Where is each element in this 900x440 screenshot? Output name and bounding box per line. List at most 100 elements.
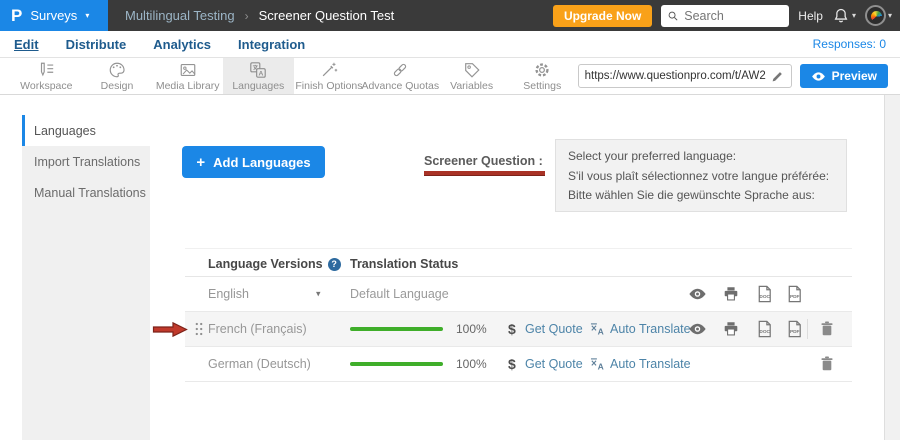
get-quote-link[interactable]: Get Quote: [525, 357, 583, 371]
tab-analytics[interactable]: Analytics: [153, 37, 211, 52]
table-row-french: French (Français) 100% $ Get Quote Auto …: [185, 312, 852, 347]
screener-question-preview: Select your preferred language: S'il vou…: [555, 139, 847, 212]
product-label: Surveys: [30, 8, 77, 23]
doc-export-icon[interactable]: [755, 320, 774, 339]
screener-line-german: Bitte wählen Sie die gewünschte Sprache …: [568, 188, 834, 202]
dollar-icon[interactable]: $: [508, 356, 516, 372]
search-icon: [667, 9, 679, 23]
help-link[interactable]: Help: [798, 9, 823, 23]
magic-wand-icon: [320, 61, 338, 79]
auto-translate-icon[interactable]: [589, 356, 606, 373]
language-name: French (Français): [208, 322, 307, 336]
drag-handle[interactable]: [193, 321, 205, 337]
print-icon[interactable]: [722, 285, 740, 303]
toolbar-label: Languages: [232, 80, 284, 92]
languages-sidebar: Languages Import Translations Manual Tra…: [22, 115, 150, 440]
image-icon: [179, 61, 197, 79]
sidebar-item-label: Languages: [34, 124, 96, 138]
table-row-english: English ▾ Default Language: [185, 277, 852, 312]
language-versions-table: Language Versions ? Translation Status E…: [185, 248, 852, 382]
red-underline-annotation: [424, 171, 545, 176]
toolbar-item-design[interactable]: Design: [82, 58, 153, 94]
toolbar-label: Finish Options: [295, 80, 362, 92]
translation-progress-value: 100%: [456, 322, 487, 336]
sidebar-item-import-translations[interactable]: Import Translations: [22, 146, 150, 177]
bell-icon: [832, 7, 850, 25]
toolbar-item-media-library[interactable]: Media Library: [152, 58, 223, 94]
preview-button[interactable]: Preview: [800, 64, 888, 88]
view-eye-icon[interactable]: [688, 320, 707, 339]
screener-question-label: Screener Question :: [424, 154, 543, 168]
chevron-down-icon: ▾: [888, 12, 892, 20]
account-menu[interactable]: ▾: [865, 5, 892, 26]
table-row-german: German (Deutsch) 100% $ Get Quote Auto T…: [185, 347, 852, 382]
avatar-logo: [871, 11, 882, 22]
toolbar-item-workspace[interactable]: Workspace: [11, 58, 82, 94]
preview-label: Preview: [832, 69, 877, 83]
toolbar-label: Design: [101, 80, 134, 92]
add-languages-button[interactable]: + Add Languages: [182, 146, 325, 178]
help-icon[interactable]: ?: [328, 258, 341, 271]
toolbar-item-languages[interactable]: Languages: [223, 58, 294, 94]
tag-icon: [463, 61, 481, 79]
screener-line-english: Select your preferred language:: [568, 149, 834, 163]
toolbar-label: Settings: [523, 80, 561, 92]
translation-progress-bar: [350, 362, 443, 366]
screener-line-french: S'il vous plaît sélectionnez votre langu…: [568, 169, 834, 183]
toolbar-right: Preview: [578, 58, 900, 94]
translation-progress-value: 100%: [456, 357, 487, 371]
toolbar-item-advance-quotas[interactable]: Advance Quotas: [364, 58, 436, 94]
red-arrow-annotation: [152, 321, 188, 338]
responses-count[interactable]: Responses: 0: [813, 37, 886, 51]
auto-translate-link[interactable]: Auto Translate: [610, 357, 691, 371]
top-bar: P Surveys ▾ Multilingual Testing › Scree…: [0, 0, 900, 31]
global-search[interactable]: [661, 5, 789, 27]
delete-trash-icon[interactable]: [818, 320, 836, 338]
survey-url-field[interactable]: [578, 64, 792, 88]
palette-icon: [108, 61, 126, 79]
tab-distribute[interactable]: Distribute: [66, 37, 127, 52]
language-dropdown-caret[interactable]: ▾: [316, 289, 321, 300]
toolbar-label: Media Library: [156, 80, 220, 92]
search-input[interactable]: [684, 9, 783, 23]
language-name: English: [208, 287, 249, 301]
doc-export-icon[interactable]: [755, 285, 774, 304]
product-menu[interactable]: P Surveys ▾: [0, 0, 108, 31]
print-icon[interactable]: [722, 320, 740, 338]
upgrade-now-button[interactable]: Upgrade Now: [553, 5, 652, 27]
view-eye-icon[interactable]: [688, 285, 707, 304]
dollar-icon[interactable]: $: [508, 321, 516, 337]
auto-translate-icon[interactable]: [589, 321, 606, 338]
right-gutter: [884, 95, 900, 440]
breadcrumb-folder[interactable]: Multilingual Testing: [125, 8, 235, 23]
edit-pencil-icon[interactable]: [770, 69, 785, 84]
chevron-down-icon: ▾: [85, 12, 89, 20]
notifications-button[interactable]: ▾: [832, 7, 856, 25]
get-quote-link[interactable]: Get Quote: [525, 322, 583, 336]
add-languages-label: Add Languages: [213, 155, 311, 170]
pdf-export-icon[interactable]: [785, 285, 804, 304]
top-right-actions: Upgrade Now Help ▾ ▾: [553, 5, 900, 27]
toolbar-item-finish-options[interactable]: Finish Options: [294, 58, 365, 94]
toolbar-label: Advance Quotas: [361, 80, 439, 92]
questionpro-logo: P: [11, 7, 22, 24]
sidebar-item-label: Manual Translations: [34, 186, 146, 200]
edit-toolbar: Workspace Design Media Library Languages…: [0, 58, 900, 95]
chain-link-icon: [391, 61, 409, 79]
sidebar-item-languages[interactable]: Languages: [22, 115, 150, 146]
tab-integration[interactable]: Integration: [238, 37, 305, 52]
workspace-icon: [37, 61, 55, 79]
toolbar-item-settings[interactable]: Settings: [507, 58, 578, 94]
pdf-export-icon[interactable]: [785, 320, 804, 339]
sidebar-item-manual-translations[interactable]: Manual Translations: [22, 177, 150, 208]
breadcrumb-separator: ›: [245, 9, 249, 23]
sidebar-item-label: Import Translations: [34, 155, 140, 169]
survey-url-input[interactable]: [585, 70, 766, 82]
gear-icon: [533, 61, 551, 79]
delete-trash-icon[interactable]: [818, 355, 836, 373]
languages-main: + Add Languages Screener Question : Sele…: [150, 95, 884, 440]
auto-translate-link[interactable]: Auto Translate: [610, 322, 691, 336]
actions-divider: [807, 319, 808, 339]
tab-edit[interactable]: Edit: [14, 37, 39, 52]
toolbar-item-variables[interactable]: Variables: [436, 58, 507, 94]
